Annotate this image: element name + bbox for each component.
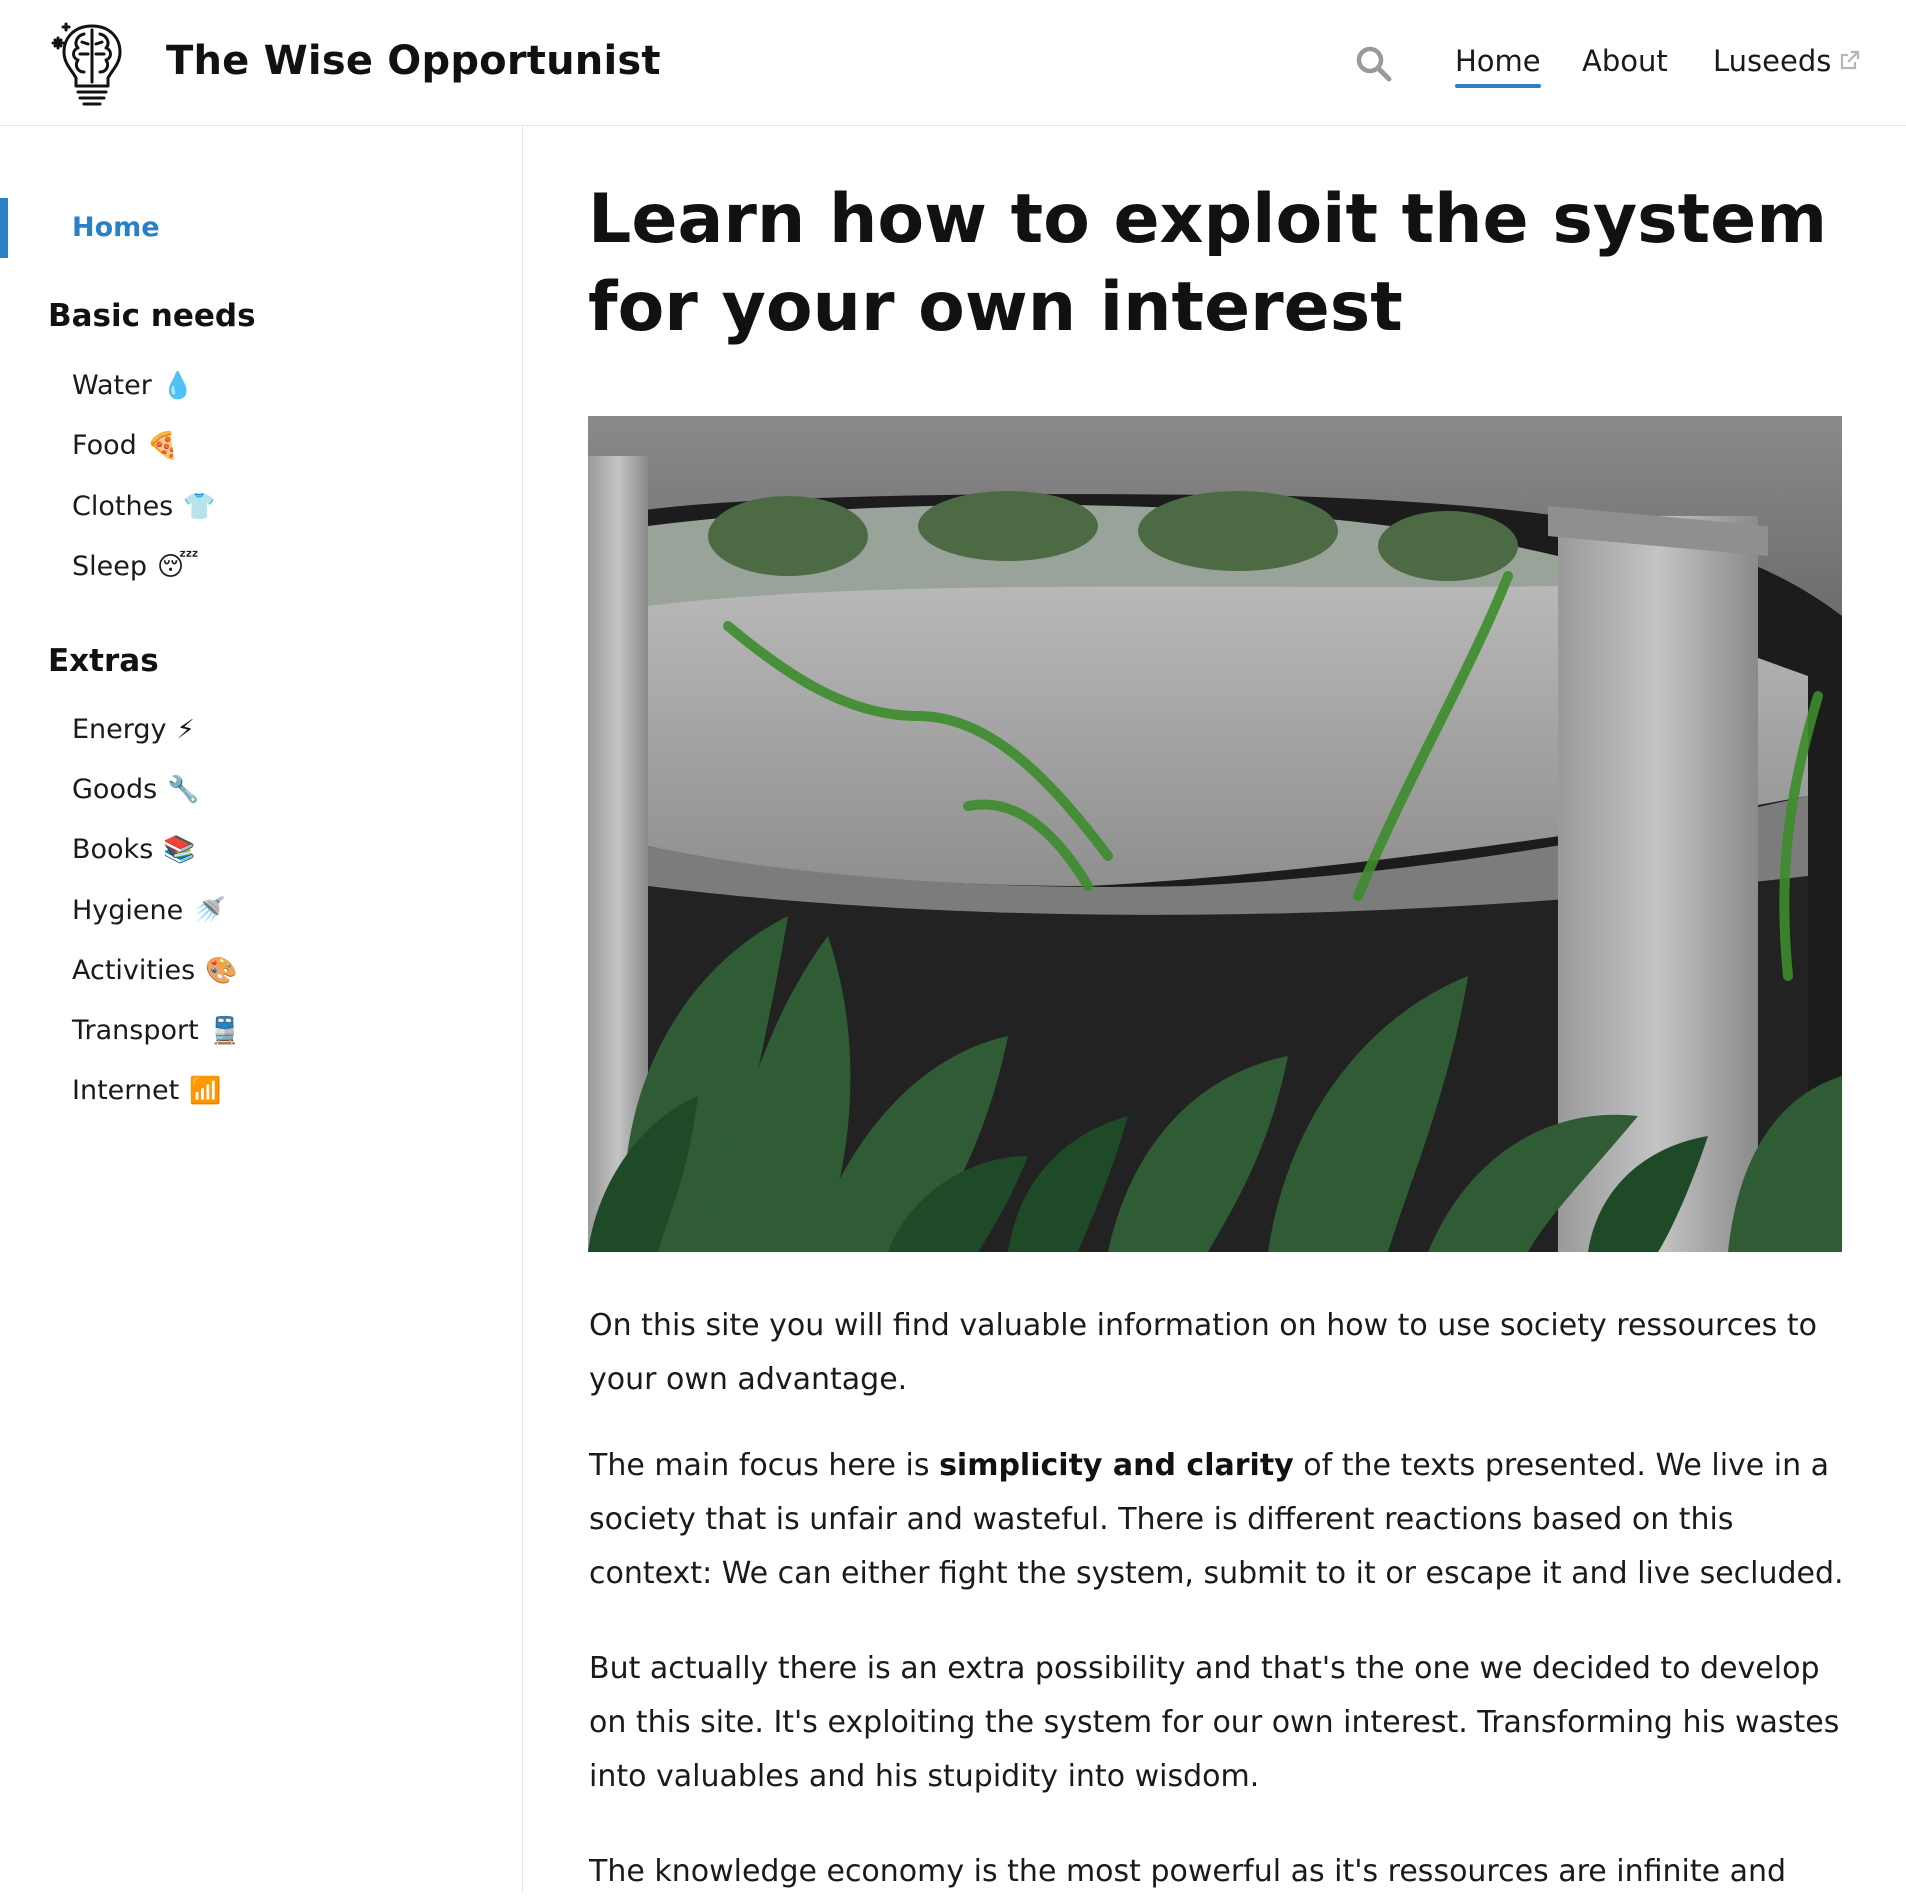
external-link-icon — [1841, 50, 1860, 70]
books-icon: 📚 — [163, 834, 196, 865]
hero-image — [588, 416, 1842, 1252]
sidebar-item-label: Sleep — [72, 551, 148, 582]
brain-lightbulb-logo-icon[interactable] — [50, 18, 134, 108]
palette-icon: 🎨 — [205, 955, 238, 986]
pizza-icon: 🍕 — [146, 430, 180, 461]
nav-luseeds-link[interactable]: Luseeds — [1713, 44, 1861, 78]
shower-icon: 🚿 — [193, 895, 226, 926]
sidebar-active-indicator — [0, 198, 8, 258]
train-icon: 🚆 — [208, 1015, 242, 1046]
nav-home-label: Home — [1455, 44, 1541, 78]
sidebar-item-label: Water — [72, 370, 152, 401]
sidebar-heading-basic-needs: Basic needs — [48, 298, 256, 334]
sidebar-item-goods[interactable]: Goods 🔧 — [72, 774, 200, 805]
search-icon[interactable] — [1354, 44, 1394, 84]
site-title[interactable]: The Wise Opportunist — [166, 38, 661, 84]
water-droplet-icon: 💧 — [161, 370, 195, 401]
sidebar-item-sleep[interactable]: Sleep 😴 — [72, 551, 199, 582]
intro-paragraph-1: On this site you will find valuable info… — [589, 1308, 1817, 1397]
sidebar-item-label: Clothes — [72, 491, 174, 522]
sidebar-item-label: Internet — [72, 1075, 180, 1106]
sidebar-item-water[interactable]: Water 💧 — [72, 370, 194, 401]
p2-bold-text: simplicity and clarity — [939, 1448, 1294, 1483]
sleeping-face-icon: 😴 — [157, 551, 199, 582]
intro-paragraph-3: But actually there is an extra possibili… — [589, 1651, 1840, 1794]
page-title: Learn how to exploit the system for your… — [588, 180, 1828, 347]
sidebar-item-label: Hygiene — [72, 895, 184, 926]
sidebar-item-transport[interactable]: Transport 🚆 — [72, 1015, 241, 1046]
site-header: The Wise Opportunist Home About Luseeds — [0, 0, 1906, 126]
sidebar-item-energy[interactable]: Energy ⚡ — [72, 714, 195, 745]
lightning-icon: ⚡ — [176, 714, 195, 745]
p2-text-before: The main focus here is — [589, 1448, 940, 1483]
sidebar-item-clothes[interactable]: Clothes 👕 — [72, 491, 216, 522]
sidebar-item-activities[interactable]: Activities 🎨 — [72, 955, 238, 986]
sidebar-item-books[interactable]: Books 📚 — [72, 834, 196, 865]
sidebar-item-internet[interactable]: Internet 📶 — [72, 1075, 222, 1106]
intro-paragraph-2: The main focus here is simplicity and cl… — [589, 1439, 1851, 1601]
sidebar-item-label: Food — [72, 430, 137, 461]
sidebar-item-label: Goods — [72, 774, 158, 805]
intro-paragraph-4: The knowledge economy is the most powerf… — [589, 1854, 1787, 1889]
nav-luseeds-label: Luseeds — [1713, 44, 1832, 78]
wrench-icon: 🔧 — [167, 774, 200, 805]
sidebar-heading-extras: Extras — [48, 643, 159, 679]
sidebar-item-label: Activities — [72, 955, 196, 986]
sidebar-item-label: Transport — [72, 1015, 199, 1046]
sidebar-item-label: Books — [72, 834, 154, 865]
signal-bars-icon: 📶 — [189, 1075, 222, 1106]
sidebar-item-home[interactable]: Home — [72, 212, 160, 243]
nav-active-underline — [1455, 84, 1541, 88]
sidebar-item-label: Energy — [72, 714, 167, 745]
sidebar-item-hygiene[interactable]: Hygiene 🚿 — [72, 895, 226, 926]
sidebar-nav: Home Basic needs Water 💧 Food 🍕 Clothes … — [0, 126, 523, 1892]
shirt-icon: 👕 — [183, 491, 216, 522]
nav-about-link[interactable]: About — [1582, 44, 1668, 78]
nav-home-link[interactable]: Home — [1455, 44, 1541, 88]
sidebar-item-food[interactable]: Food 🍕 — [72, 430, 179, 461]
